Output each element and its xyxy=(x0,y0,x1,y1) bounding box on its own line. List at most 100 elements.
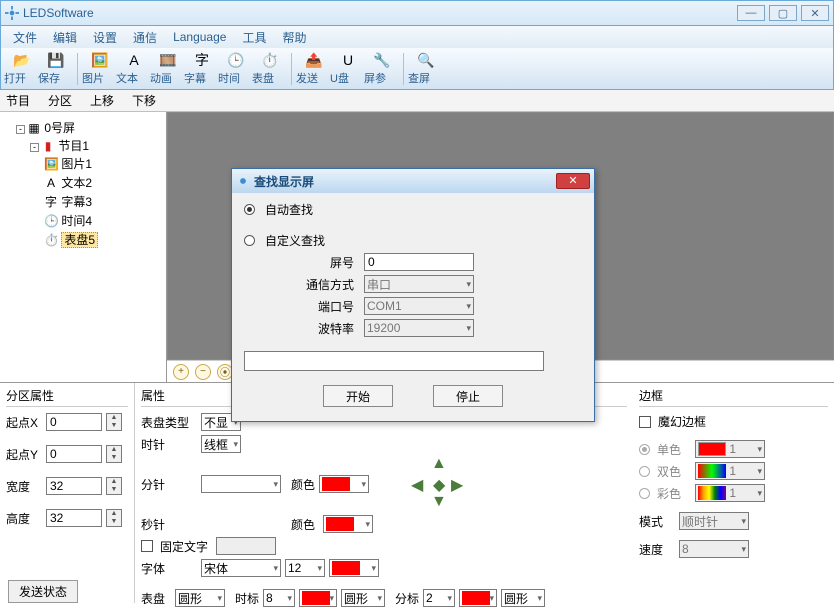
font-size-select[interactable]: 12 xyxy=(285,559,325,577)
subtool-movedown[interactable]: 下移 xyxy=(132,92,156,109)
menu-tools[interactable]: 工具 xyxy=(234,29,274,46)
menu-comm[interactable]: 通信 xyxy=(125,29,165,46)
border-title: 边框 xyxy=(639,387,828,407)
menu-edit[interactable]: 编辑 xyxy=(45,29,85,46)
arrow-down-icon[interactable]: ▼ xyxy=(431,493,447,511)
toolbar-表盘[interactable]: ⏱️表盘 xyxy=(253,50,287,88)
toolbar-文本[interactable]: A文本 xyxy=(117,50,151,88)
toolbar-图片[interactable]: 🖼️图片 xyxy=(83,50,117,88)
border-panel: 边框 魔幻边框 单色 1 双色 1 彩色 1 模式顺时针 速度8 xyxy=(633,383,834,603)
multi-color-radio xyxy=(639,488,650,499)
toolbar-icon: 🔧 xyxy=(373,51,391,69)
hour-hand-select[interactable]: 线框 xyxy=(201,435,241,453)
toolbar-时间[interactable]: 🕒时间 xyxy=(219,50,253,88)
auto-find-radio[interactable] xyxy=(244,204,255,215)
toolbar-icon: 📂 xyxy=(13,51,31,69)
toolbar-icon: 🔍 xyxy=(417,51,435,69)
menu-language[interactable]: Language xyxy=(165,30,234,44)
toolbar-icon: 字 xyxy=(193,51,211,69)
subtool-program[interactable]: 节目 xyxy=(6,92,30,109)
send-status-button[interactable]: 发送状态 xyxy=(8,580,78,603)
tree-item[interactable]: 字 字幕3 xyxy=(44,192,164,211)
minute-color-select[interactable] xyxy=(319,475,369,493)
toolbar-icon: 🖼️ xyxy=(91,51,109,69)
start-x-spinner[interactable]: ▲▼ xyxy=(106,413,122,431)
dial-shape-select[interactable]: 圆形 xyxy=(175,589,225,607)
width-input[interactable] xyxy=(46,477,102,495)
title-bar: LEDSoftware — ▢ ✕ xyxy=(0,0,834,26)
font-color-select[interactable] xyxy=(329,559,379,577)
start-button[interactable]: 开始 xyxy=(323,385,393,407)
toolbar-icon: ⏱️ xyxy=(261,51,279,69)
arrow-right-icon[interactable]: ▶ xyxy=(451,475,463,495)
arrow-center-icon[interactable]: ◆ xyxy=(433,475,445,495)
toolbar-查屏[interactable]: 🔍查屏 xyxy=(409,50,443,88)
zoom-out-icon[interactable]: − xyxy=(195,364,211,380)
width-spinner[interactable]: ▲▼ xyxy=(106,477,122,495)
tree-item[interactable]: ⏱️ 表盘5 xyxy=(44,230,164,249)
hour-mark-size-select[interactable]: 8 xyxy=(263,589,295,607)
toolbar: 📂打开💾保存 🖼️图片A文本🎞️动画字字幕🕒时间⏱️表盘 📤发送UU盘🔧屏参 🔍查屏 xyxy=(0,48,834,90)
dialog-title: 查找显示屏 xyxy=(254,173,556,190)
toolbar-打开[interactable]: 📂打开 xyxy=(5,50,39,88)
single-color-radio xyxy=(639,444,650,455)
stop-button[interactable]: 停止 xyxy=(433,385,503,407)
toolbar-保存[interactable]: 💾保存 xyxy=(39,50,73,88)
menu-settings[interactable]: 设置 xyxy=(85,29,125,46)
zone-panel: 分区属性 起点X▲▼ 起点Y▲▼ 宽度▲▼ 高度▲▼ xyxy=(0,383,135,603)
dialog-close-button[interactable]: ✕ xyxy=(556,173,590,189)
custom-find-radio[interactable] xyxy=(244,235,255,246)
dialog-status-input[interactable] xyxy=(244,351,544,371)
tree-item[interactable]: 🕒 时间4 xyxy=(44,211,164,230)
tree-panel: -▦ 0号屏 -▮ 节目1 🖼️ 图片1A 文本2字 字幕3🕒 时间4⏱️ 表盘… xyxy=(0,112,167,382)
arrow-left-icon[interactable]: ◀ xyxy=(411,475,423,495)
start-y-spinner[interactable]: ▲▼ xyxy=(106,445,122,463)
toolbar-发送[interactable]: 📤发送 xyxy=(297,50,331,88)
toolbar-icon: 💾 xyxy=(47,51,65,69)
subtool-zone[interactable]: 分区 xyxy=(48,92,72,109)
font-select[interactable]: 宋体 xyxy=(201,559,281,577)
toolbar-icon: 🕒 xyxy=(227,51,245,69)
sub-toolbar: 节目 分区 上移 下移 xyxy=(0,90,834,112)
second-color-select[interactable] xyxy=(323,515,373,533)
minute-hand-select[interactable] xyxy=(201,475,281,493)
tree-item[interactable]: A 文本2 xyxy=(44,173,164,192)
hour-mark-shape-select[interactable]: 圆形 xyxy=(341,589,385,607)
fixed-text-checkbox[interactable] xyxy=(141,540,153,552)
min-mark-color-select[interactable] xyxy=(459,589,497,607)
toolbar-屏参[interactable]: 🔧屏参 xyxy=(365,50,399,88)
border-mode-select: 顺时针 xyxy=(679,512,749,530)
single-style-select: 1 xyxy=(695,440,765,458)
minimize-button[interactable]: — xyxy=(737,5,765,21)
app-title: LEDSoftware xyxy=(23,6,737,20)
subtool-moveup[interactable]: 上移 xyxy=(90,92,114,109)
start-x-input[interactable] xyxy=(46,413,102,431)
min-mark-size-select[interactable]: 2 xyxy=(423,589,455,607)
app-icon xyxy=(5,6,19,20)
close-button[interactable]: ✕ xyxy=(801,5,829,21)
height-spinner[interactable]: ▲▼ xyxy=(106,509,122,527)
height-input[interactable] xyxy=(46,509,102,527)
comm-type-select: 串口 xyxy=(364,275,474,293)
toolbar-字幕[interactable]: 字字幕 xyxy=(185,50,219,88)
color-style-select: 1 xyxy=(695,484,765,502)
double-color-radio xyxy=(639,466,650,477)
start-y-input[interactable] xyxy=(46,445,102,463)
min-mark-shape-select[interactable]: 圆形 xyxy=(501,589,545,607)
menu-file[interactable]: 文件 xyxy=(5,29,45,46)
hour-mark-color-select[interactable] xyxy=(299,589,337,607)
arrow-up-icon[interactable]: ▲ xyxy=(431,455,447,473)
find-screen-dialog: 查找显示屏 ✕ 自动查找 自定义查找 屏号 通信方式串口 端口号COM1 波特率… xyxy=(231,168,595,422)
toolbar-U盘[interactable]: UU盘 xyxy=(331,50,365,88)
maximize-button[interactable]: ▢ xyxy=(769,5,797,21)
zoom-in-icon[interactable]: + xyxy=(173,364,189,380)
menu-help[interactable]: 帮助 xyxy=(274,29,314,46)
tree-root[interactable]: -▦ 0号屏 -▮ 节目1 🖼️ 图片1A 文本2字 字幕3🕒 时间4⏱️ 表盘… xyxy=(16,118,164,251)
direction-pad: ▲ ◀ ▶ ▼ ◆ xyxy=(413,457,467,511)
fixed-text-input[interactable] xyxy=(216,537,276,555)
tree-program[interactable]: -▮ 节目1 🖼️ 图片1A 文本2字 字幕3🕒 时间4⏱️ 表盘5 xyxy=(30,136,164,250)
magic-border-checkbox[interactable] xyxy=(639,416,651,428)
tree-item[interactable]: 🖼️ 图片1 xyxy=(44,154,164,173)
toolbar-动画[interactable]: 🎞️动画 xyxy=(151,50,185,88)
screen-no-input[interactable] xyxy=(364,253,474,271)
